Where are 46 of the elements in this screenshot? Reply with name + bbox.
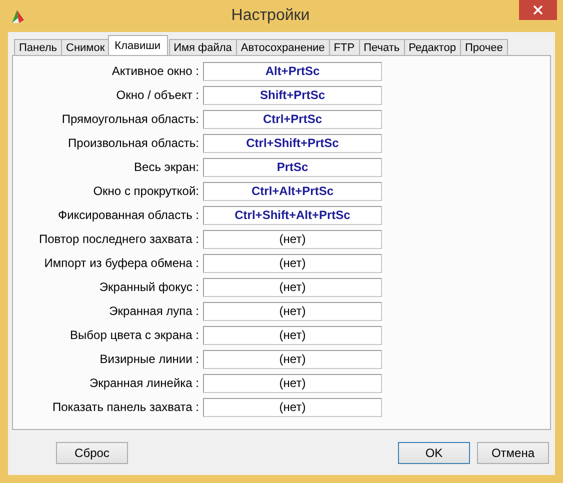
hotkey-label: Экранный фокус : (98, 280, 200, 294)
tab[interactable]: Имя файла (168, 39, 237, 55)
tab[interactable]: Клавиши (108, 35, 168, 55)
reset-button[interactable]: Сброс (56, 442, 128, 464)
hotkey-field[interactable]: Ctrl+PrtSc (203, 110, 382, 128)
hotkey-field[interactable]: (нет) (203, 254, 382, 272)
hotkey-label: Произвольная область: (67, 136, 200, 150)
tab[interactable]: Печать (358, 39, 405, 55)
hotkey-label: Импорт из буфера обмена : (43, 256, 200, 270)
close-button[interactable] (519, 0, 557, 20)
tab[interactable]: Снимок (61, 39, 110, 55)
hotkey-field[interactable]: (нет) (203, 302, 382, 320)
hotkey-label: Окно с прокруткой: (92, 184, 200, 198)
hotkey-field[interactable]: (нет) (203, 326, 382, 344)
hotkey-label: Экранная линейка : (88, 376, 200, 390)
hotkey-label: Фиксированная область : (56, 208, 200, 222)
hotkey-field[interactable]: Ctrl+Shift+Alt+PrtSc (203, 206, 382, 224)
cancel-button[interactable]: Отмена (477, 442, 549, 464)
hotkey-label: Показать панель захвата : (51, 400, 200, 414)
hotkey-label: Окно / объект : (115, 88, 200, 102)
hotkey-label: Визирные линии : (98, 352, 200, 366)
hotkey-label: Прямоугольная область: (60, 112, 200, 126)
hotkey-field[interactable]: Shift+PrtSc (203, 86, 382, 104)
tab[interactable]: FTP (328, 39, 360, 55)
hotkey-label: Повтор последнего захвата : (38, 232, 200, 246)
hotkey-field[interactable]: (нет) (203, 374, 382, 392)
hotkey-field[interactable]: (нет) (203, 398, 382, 416)
hotkey-field[interactable]: Ctrl+Alt+PrtSc (203, 182, 382, 200)
hotkey-field[interactable]: PrtSc (203, 158, 382, 176)
tab[interactable]: Панель (14, 39, 62, 55)
hotkey-label: Экранная лупа : (108, 304, 200, 318)
hotkey-label: Активное окно : (110, 64, 200, 78)
tab[interactable]: Редактор (404, 39, 461, 55)
hotkey-label: Выбор цвета с экрана : (69, 328, 200, 342)
ok-button[interactable]: OK (398, 442, 470, 464)
window-title: Настройки (230, 7, 311, 25)
hotkey-field[interactable]: (нет) (203, 350, 382, 368)
close-icon (533, 5, 543, 15)
hotkey-label: Весь экран: (133, 160, 200, 174)
tab[interactable]: Прочее (460, 39, 508, 55)
hotkey-field[interactable]: Ctrl+Shift+PrtSc (203, 134, 382, 152)
hotkey-field[interactable]: Alt+PrtSc (203, 62, 382, 80)
hotkey-field[interactable]: (нет) (203, 278, 382, 296)
tab[interactable]: Автосохранение (236, 39, 330, 55)
hotkey-field[interactable]: (нет) (203, 230, 382, 248)
app-logo-icon (10, 8, 26, 24)
